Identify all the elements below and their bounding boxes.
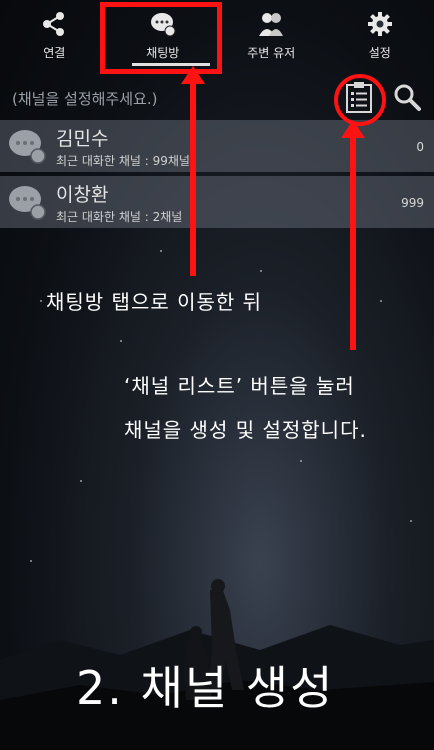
list-item[interactable]: 이창환 최근 대화한 채널 : 2채널 999 bbox=[0, 176, 434, 228]
tab-settings[interactable]: 설정 bbox=[326, 0, 434, 70]
channel-list-highlight-circle bbox=[334, 74, 386, 126]
instruction-note-2b: 채널을 생성 및 설정합니다. bbox=[124, 418, 367, 442]
tab-nearby-users[interactable]: 주변 유저 bbox=[217, 0, 326, 70]
row-name: 이창환 bbox=[56, 184, 109, 206]
arrow-to-chatroom-tab bbox=[181, 66, 205, 276]
tab-nearby-users-label: 주변 유저 bbox=[247, 45, 296, 60]
channel-hint-text: (채널을 설정해주세요.) bbox=[12, 90, 158, 108]
row-count: 0 bbox=[416, 140, 424, 154]
chat-avatar-icon bbox=[9, 130, 46, 164]
chatroom-tab-highlight-box bbox=[100, 2, 222, 74]
arrow-to-channel-list bbox=[341, 120, 365, 350]
tab-connect[interactable]: 연결 bbox=[0, 0, 109, 70]
row-subtitle: 최근 대화한 채널 : 2채널 bbox=[56, 210, 183, 224]
tab-settings-label: 설정 bbox=[368, 45, 391, 60]
gear-icon bbox=[367, 11, 392, 36]
row-subtitle: 최근 대화한 채널 : 99채널 bbox=[56, 154, 190, 168]
list-item[interactable]: 김민수 최근 대화한 채널 : 99채널 0 bbox=[0, 120, 434, 172]
search-icon[interactable] bbox=[392, 82, 422, 112]
row-name: 김민수 bbox=[56, 128, 109, 150]
share-icon bbox=[43, 11, 65, 36]
instruction-note-1: 채팅방 탭으로 이동한 뒤 bbox=[46, 290, 263, 314]
chat-avatar-icon bbox=[9, 186, 46, 220]
tab-connect-label: 연결 bbox=[43, 45, 66, 60]
row-count: 999 bbox=[401, 196, 424, 210]
step-title: 2. 채널 생성 bbox=[76, 661, 335, 715]
instruction-note-2a: ‘채널 리스트’ 버튼을 눌러 bbox=[124, 374, 355, 398]
chatroom-list: 김민수 최근 대화한 채널 : 99채널 0 이창환 최근 대화한 채널 : 2… bbox=[0, 120, 434, 232]
users-icon bbox=[259, 12, 284, 36]
